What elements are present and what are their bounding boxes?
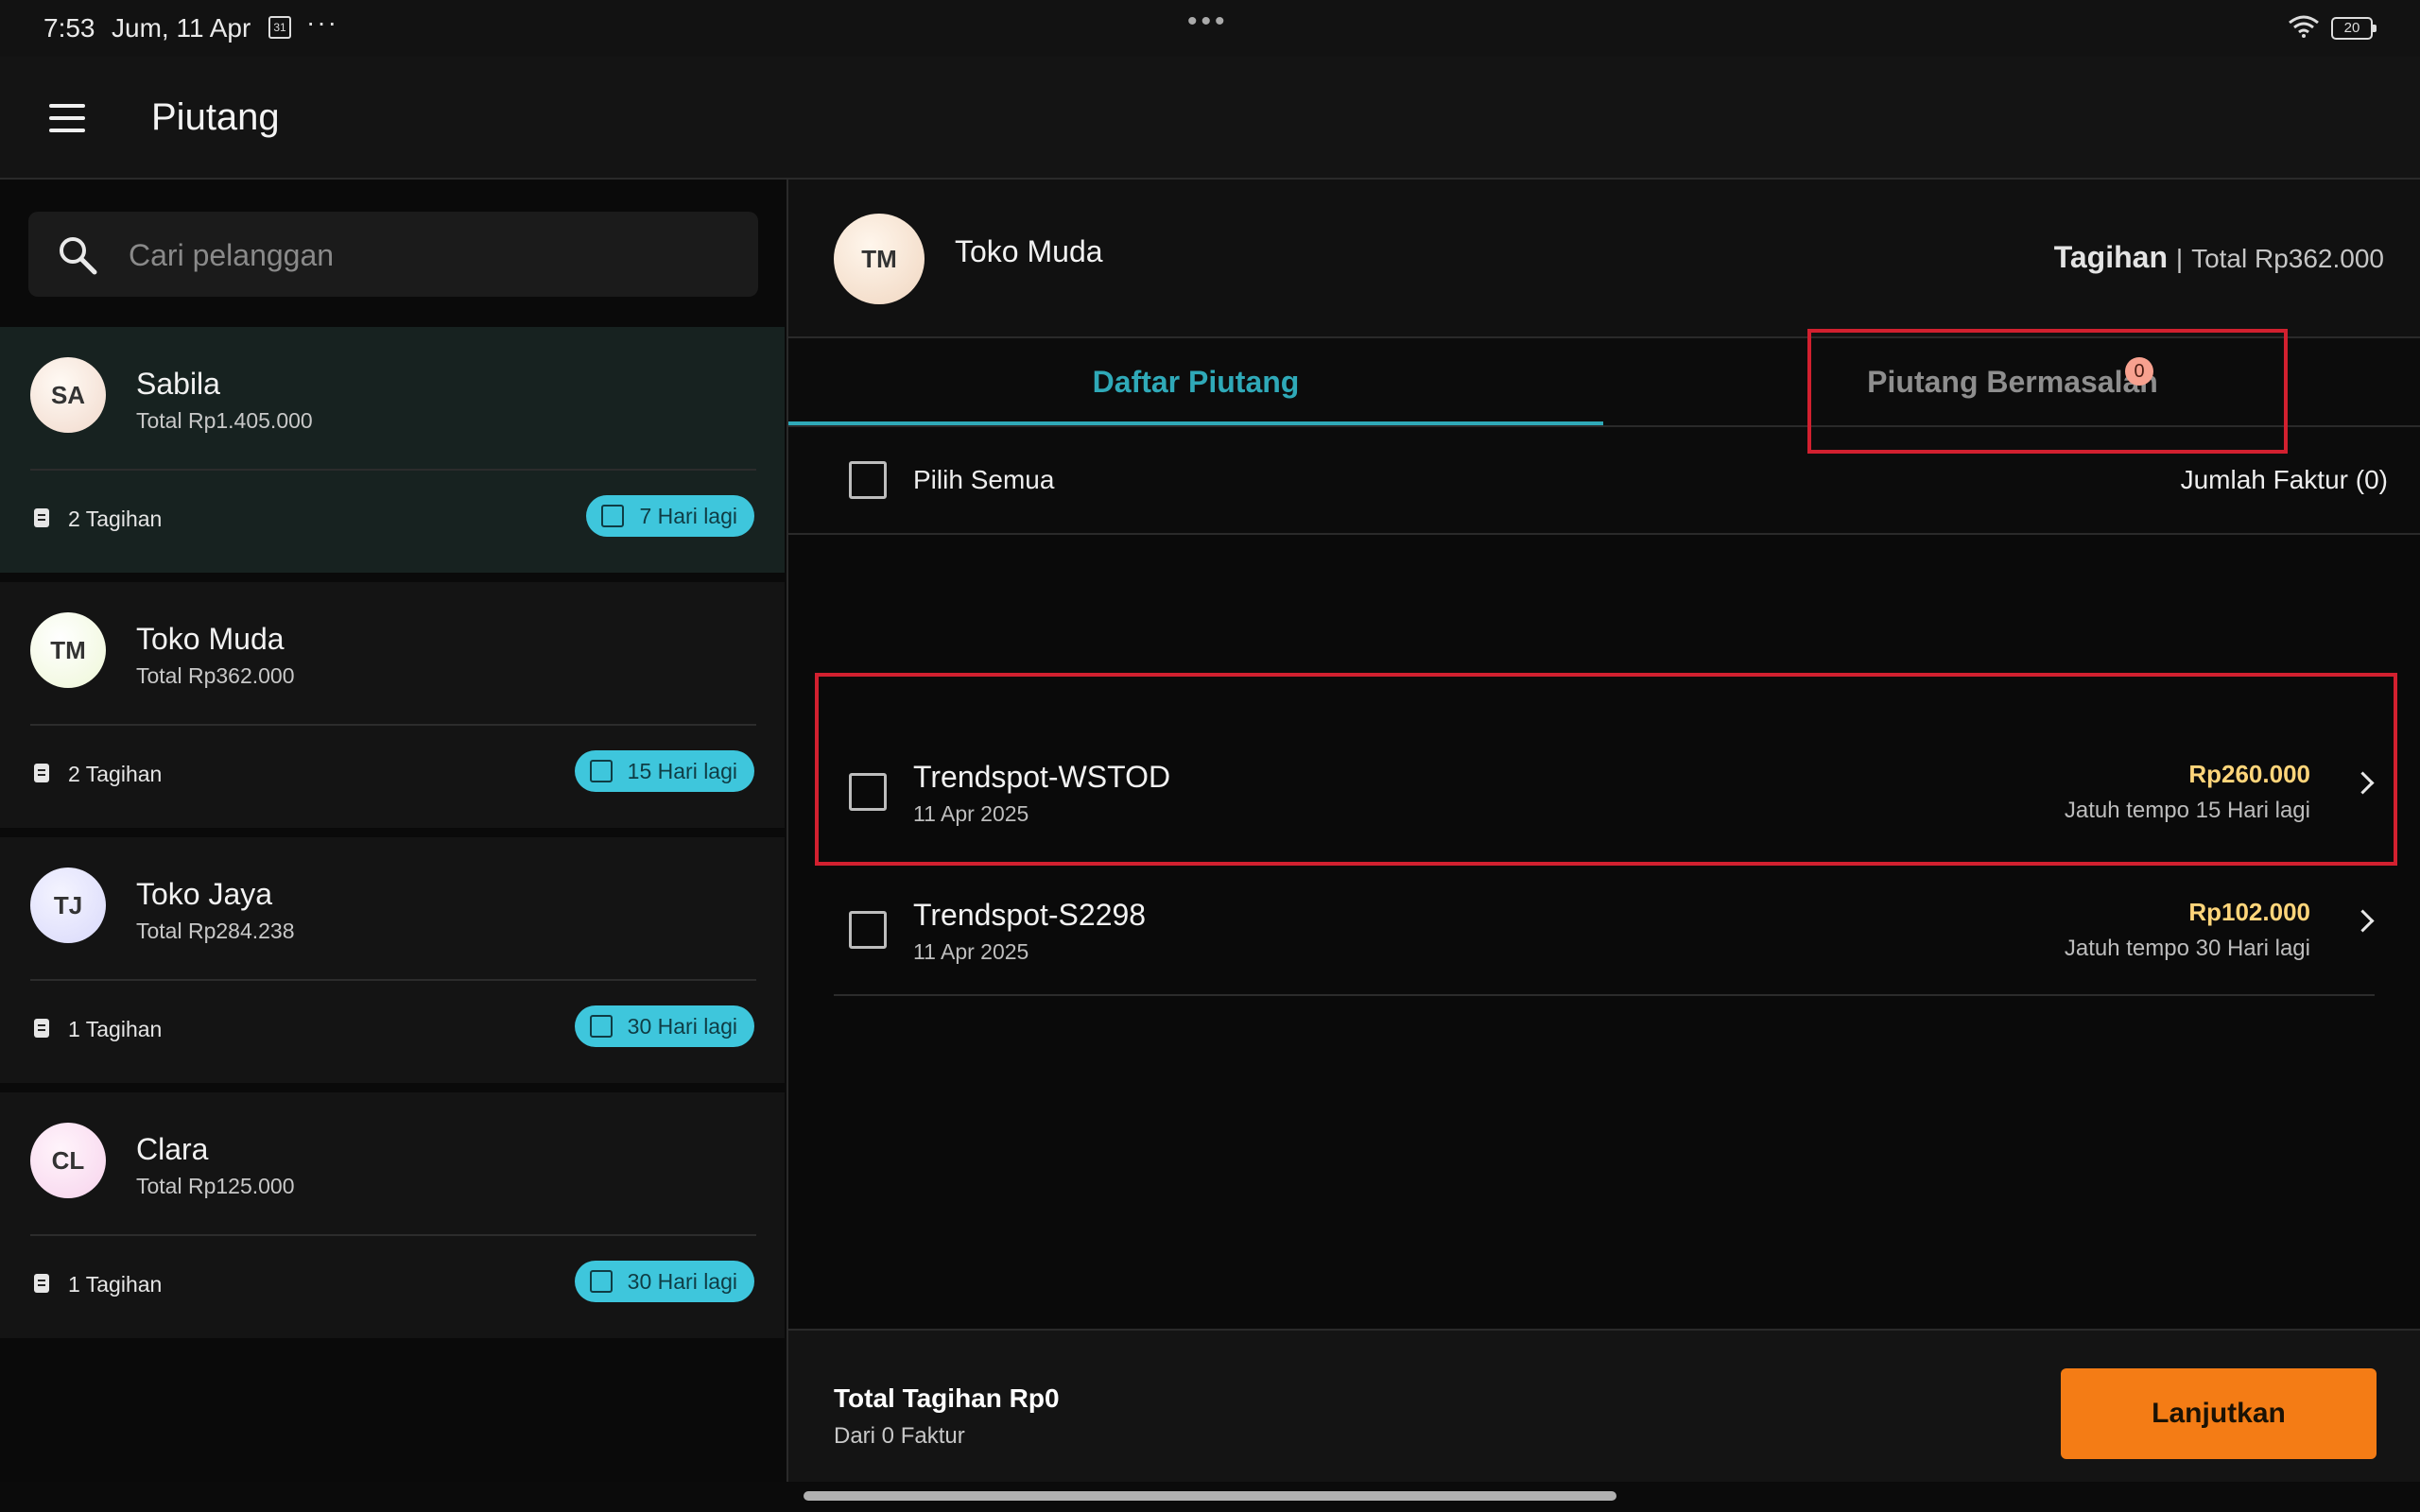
- tagihan-summary: Tagihan | Total Rp362.000: [2054, 240, 2384, 275]
- calendar-clock-icon: [589, 1015, 613, 1038]
- tab-daftar-piutang[interactable]: Daftar Piutang: [788, 338, 1603, 425]
- chevron-right-icon[interactable]: [2351, 909, 2375, 933]
- customer-total: Total Rp362.000: [136, 663, 295, 688]
- highlight-box: [1807, 329, 2288, 454]
- separator: |: [2175, 244, 2184, 273]
- calendar-clock-icon: [589, 760, 613, 782]
- due-badge: 7 Hari lagi: [586, 495, 754, 537]
- invoice-checkbox[interactable]: [849, 911, 887, 949]
- avatar: TJ: [30, 868, 106, 943]
- invoice-count: 1 Tagihan: [68, 1017, 163, 1041]
- active-tab-indicator: [788, 421, 1603, 425]
- due-badge-label: 7 Hari lagi: [639, 504, 737, 528]
- menu-icon[interactable]: [49, 104, 85, 132]
- customer-header: TM Toko Muda Tagihan | Total Rp362.000: [788, 180, 2420, 338]
- customer-total: Total Rp284.238: [136, 919, 295, 943]
- invoice-row[interactable]: Trendspot-S2298 11 Apr 2025 Rp102.000 Ja…: [788, 862, 2420, 996]
- battery-icon: 20: [2331, 17, 2377, 40]
- more-notifications-icon: ···: [306, 8, 338, 37]
- avatar: TM: [834, 214, 925, 304]
- due-badge-label: 30 Hari lagi: [627, 1014, 737, 1039]
- invoice-count: 2 Tagihan: [68, 507, 163, 531]
- select-all-checkbox[interactable]: [849, 461, 887, 499]
- invoice-date: 11 Apr 2025: [913, 939, 1029, 964]
- due-badge-label: 30 Hari lagi: [627, 1269, 737, 1294]
- select-all-label[interactable]: Pilih Semua: [913, 465, 1054, 495]
- status-bar: 7:53 Jum, 11 Apr 31 ··· ••• 20: [0, 0, 2420, 57]
- tagihan-total: Total Rp362.000: [2191, 244, 2384, 273]
- app-bar: Piutang: [0, 57, 2420, 180]
- divider: [30, 1234, 756, 1236]
- page-title: Piutang: [151, 96, 280, 138]
- divider: [834, 994, 2375, 996]
- status-date: Jum, 11 Apr: [112, 13, 251, 43]
- calendar-clock-icon: [601, 505, 625, 527]
- invoice-icon: [34, 508, 49, 527]
- calendar-clock-icon: [589, 1270, 613, 1293]
- divider: [30, 979, 756, 981]
- invoice-count: 1 Tagihan: [68, 1272, 163, 1297]
- invoice-icon: [34, 764, 49, 782]
- customer-item-clara[interactable]: CL Clara Total Rp125.000 1 Tagihan 30 Ha…: [0, 1092, 785, 1338]
- total-tagihan: Total Tagihan Rp0: [834, 1383, 1060, 1413]
- footer-bar: Total Tagihan Rp0 Dari 0 Faktur Lanjutka…: [788, 1329, 2420, 1484]
- invoice-icon: [34, 1274, 49, 1293]
- due-badge: 30 Hari lagi: [574, 1005, 754, 1047]
- customer-name: Toko Jaya: [136, 877, 273, 911]
- invoice-count-label: Jumlah Faktur (0): [2180, 465, 2388, 494]
- navigation-bar: [0, 1482, 2420, 1512]
- customer-item-toko-muda[interactable]: TM Toko Muda Total Rp362.000 2 Tagihan 1…: [0, 582, 785, 828]
- due-badge: 15 Hari lagi: [574, 750, 754, 792]
- calendar-icon: 31: [268, 16, 291, 39]
- invoice-name: Trendspot-S2298: [913, 898, 1147, 932]
- customer-name: Clara: [136, 1132, 209, 1166]
- invoice-count: 2 Tagihan: [68, 762, 163, 786]
- avatar: SA: [30, 357, 106, 433]
- due-badge-label: 15 Hari lagi: [627, 759, 737, 783]
- invoice-due: Jatuh tempo 30 Hari lagi: [2064, 936, 2310, 961]
- home-gesture-handle[interactable]: [804, 1491, 1616, 1501]
- customer-total: Total Rp1.405.000: [136, 408, 313, 433]
- wifi-icon: [2288, 15, 2320, 43]
- invoice-icon: [34, 1019, 49, 1038]
- lanjutkan-button[interactable]: Lanjutkan: [2061, 1368, 2377, 1459]
- status-time: 7:53: [43, 13, 95, 43]
- search-input[interactable]: [127, 229, 735, 282]
- customer-name: Sabila: [136, 367, 220, 401]
- due-badge: 30 Hari lagi: [574, 1261, 754, 1302]
- tab-label: Daftar Piutang: [1092, 365, 1300, 399]
- customer-list-panel: SA Sabila Total Rp1.405.000 2 Tagihan 7 …: [0, 180, 788, 1482]
- customer-total: Total Rp125.000: [136, 1174, 295, 1198]
- customer-item-toko-jaya[interactable]: TJ Toko Jaya Total Rp284.238 1 Tagihan 3…: [0, 837, 785, 1083]
- divider: [30, 469, 756, 471]
- customer-item-sabila[interactable]: SA Sabila Total Rp1.405.000 2 Tagihan 7 …: [0, 327, 785, 573]
- customer-name: Toko Muda: [136, 622, 285, 656]
- search-box[interactable]: [28, 212, 758, 297]
- avatar: TM: [30, 612, 106, 688]
- invoice-amount: Rp102.000: [2188, 898, 2310, 926]
- search-icon: [57, 234, 98, 281]
- divider: [30, 724, 756, 726]
- multitask-dots-icon[interactable]: •••: [1187, 6, 1229, 38]
- tagihan-label: Tagihan: [2053, 240, 2168, 274]
- avatar: CL: [30, 1123, 106, 1198]
- customer-name: Toko Muda: [955, 234, 1103, 268]
- highlight-box: [815, 673, 2397, 866]
- faktur-count: Dari 0 Faktur: [834, 1423, 965, 1449]
